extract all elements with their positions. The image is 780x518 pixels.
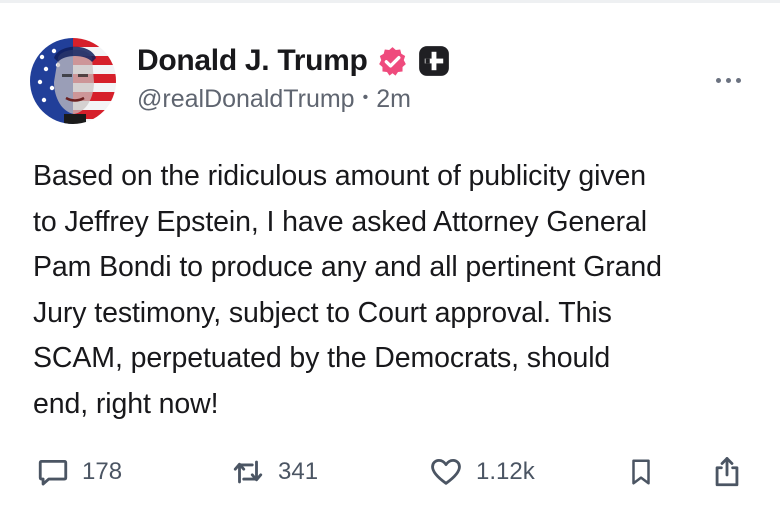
action-bar: 178 341 1.12k	[0, 448, 780, 496]
more-horizontal-icon	[715, 77, 721, 83]
post-timestamp[interactable]: 2m	[376, 85, 411, 114]
repost-icon	[230, 455, 266, 489]
like-button[interactable]: 1.12k	[428, 448, 535, 496]
post-text-line: Jury testimony, subject to Court approva…	[33, 296, 612, 329]
heart-icon	[428, 455, 464, 489]
author-name-row: Donald J. Trump	[137, 41, 451, 81]
repost-button[interactable]: 341	[230, 448, 318, 496]
share-button[interactable]	[710, 448, 744, 496]
like-count: 1.12k	[476, 458, 535, 485]
reply-button[interactable]: 178	[36, 448, 122, 496]
bookmark-icon	[626, 455, 656, 489]
post-text-line: to Jeffrey Epstein, I have asked Attorne…	[33, 205, 648, 238]
post-card: Donald J. Trump @realDonaldTrump • 2m Ba…	[0, 0, 780, 518]
author-meta-row: @realDonaldTrump • 2m	[137, 85, 411, 114]
more-options-button[interactable]	[708, 70, 748, 90]
reply-count: 178	[82, 458, 123, 485]
share-icon	[710, 454, 744, 490]
bookmark-button[interactable]	[626, 448, 656, 496]
post-text-line: Pam Bondi to produce any and all pertine…	[33, 251, 662, 283]
avatar[interactable]	[30, 38, 116, 124]
comment-icon	[36, 455, 70, 489]
author-handle[interactable]: @realDonaldTrump	[137, 85, 355, 114]
display-name[interactable]: Donald J. Trump	[137, 44, 368, 78]
verified-badge-icon	[376, 45, 409, 78]
post-text-line: SCAM, perpetuated by the Democrats, shou…	[33, 342, 611, 374]
top-divider	[0, 0, 780, 3]
post-body: Based on the ridiculous amount of public…	[33, 154, 753, 427]
post-text-line: end, right now!	[33, 387, 219, 420]
meta-separator: •	[362, 88, 369, 106]
plus-badge-icon	[417, 44, 451, 78]
post-text-line: Based on the ridiculous amount of public…	[33, 160, 646, 192]
repost-count: 341	[278, 458, 319, 485]
